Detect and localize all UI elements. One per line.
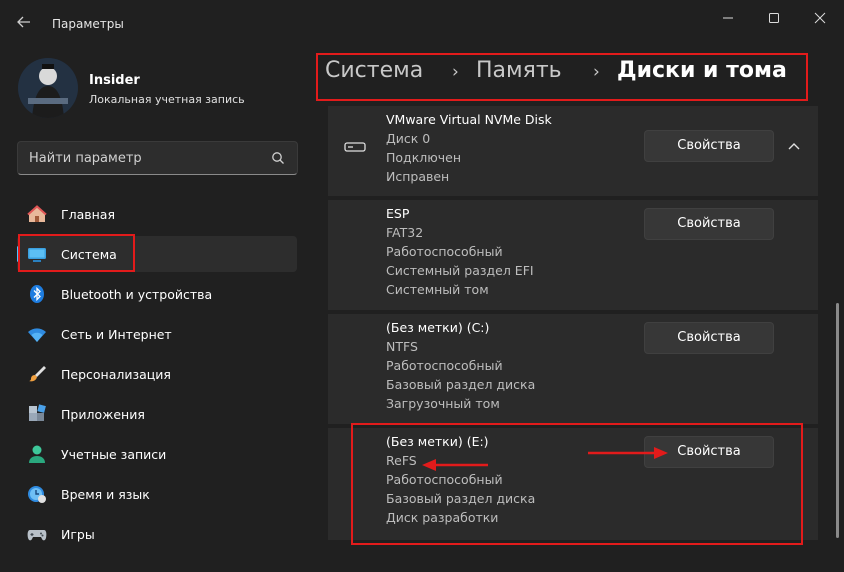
volume-card-c: (Без метки) (C:) NTFS Работоспособный Ба… [328,314,818,424]
volume-properties-button[interactable]: Свойства [644,322,774,354]
sidebar-item-label: Bluetooth и устройства [61,287,213,302]
maximize-icon [769,13,779,23]
search-input[interactable]: Найти параметр [17,141,298,175]
accounts-icon [29,445,45,463]
bluetooth-icon [30,285,44,303]
scrollbar[interactable] [836,303,839,538]
sidebar-item-time-language[interactable]: Время и язык [17,476,297,512]
annotation-arrow-to-properties [588,447,668,459]
volume-role: Системный том [386,282,489,297]
sidebar-item-accounts[interactable]: Учетные записи [17,436,297,472]
back-button[interactable] [16,14,36,34]
drive-icon [344,142,366,152]
user-profile[interactable]: Insider Локальная учетная запись [18,58,298,118]
volume-filesystem: NTFS [386,339,418,354]
maximize-button[interactable] [751,4,797,32]
disk-number: Диск 0 [386,131,431,146]
brush-icon [29,366,46,382]
sidebar-item-label: Сеть и Интернет [61,327,172,342]
search-icon [272,152,284,164]
app-title: Параметры [52,17,124,31]
title-bar: Параметры [0,0,844,48]
home-icon [27,205,47,222]
disk-info: VMware Virtual NVMe Disk Диск 0 Подключе… [386,110,552,186]
sidebar-item-label: Учетные записи [61,447,167,462]
sidebar-item-label: Главная [61,207,115,222]
disk-name: VMware Virtual NVMe Disk [386,112,552,127]
sidebar-item-bluetooth[interactable]: Bluetooth и устройства [17,276,297,312]
gamepad-icon [27,530,47,541]
avatar [18,58,78,118]
volume-status: Работоспособный [386,244,503,259]
disk-properties-button[interactable]: Свойства [644,130,774,162]
annotation-highlight-breadcrumb [316,53,808,101]
volume-partition-type: Базовый раздел диска [386,377,536,392]
volume-filesystem: FAT32 [386,225,424,240]
sidebar-item-label: Время и язык [61,487,150,502]
disk-connection: Подключен [386,150,461,165]
close-icon [814,12,826,24]
minimize-icon [723,17,733,19]
volume-info: (Без метки) (C:) NTFS Работоспособный Ба… [386,318,535,413]
account-type: Локальная учетная запись [89,93,245,106]
sidebar-item-network[interactable]: Сеть и Интернет [17,316,297,352]
sidebar-item-label: Игры [61,527,95,542]
sidebar-item-apps[interactable]: Приложения [17,396,297,432]
annotation-arrow-to-refs [422,459,488,471]
sidebar-item-personalization[interactable]: Персонализация [17,356,297,392]
wifi-icon [28,328,46,342]
sidebar-item-gaming[interactable]: Игры [17,516,297,552]
volume-label: (Без метки) (C:) [386,320,490,335]
volume-role: Загрузочный том [386,396,500,411]
volume-info: ESP FAT32 Работоспособный Системный разд… [386,204,534,299]
sidebar-item-label: Приложения [61,407,145,422]
volume-card-esp: ESP FAT32 Работоспособный Системный разд… [328,200,818,310]
sidebar-item-label: Персонализация [61,367,171,382]
chevron-up-icon[interactable] [784,136,804,156]
back-arrow-icon [17,16,30,28]
close-button[interactable] [797,4,843,32]
user-name: Insider [89,73,140,88]
sidebar-item-home[interactable]: Главная [17,196,297,232]
disk-card: VMware Virtual NVMe Disk Диск 0 Подключе… [328,106,818,196]
volume-status: Работоспособный [386,358,503,373]
annotation-highlight-volume-e [351,423,803,545]
volume-label: ESP [386,206,410,221]
volume-properties-button[interactable]: Свойства [644,208,774,240]
time-language-icon [28,486,46,503]
volume-partition-type: Системный раздел EFI [386,263,534,278]
minimize-button[interactable] [705,4,751,32]
search-placeholder: Найти параметр [29,151,142,166]
annotation-highlight-system [18,234,135,272]
disk-health: Исправен [386,169,450,184]
apps-icon [29,404,46,421]
